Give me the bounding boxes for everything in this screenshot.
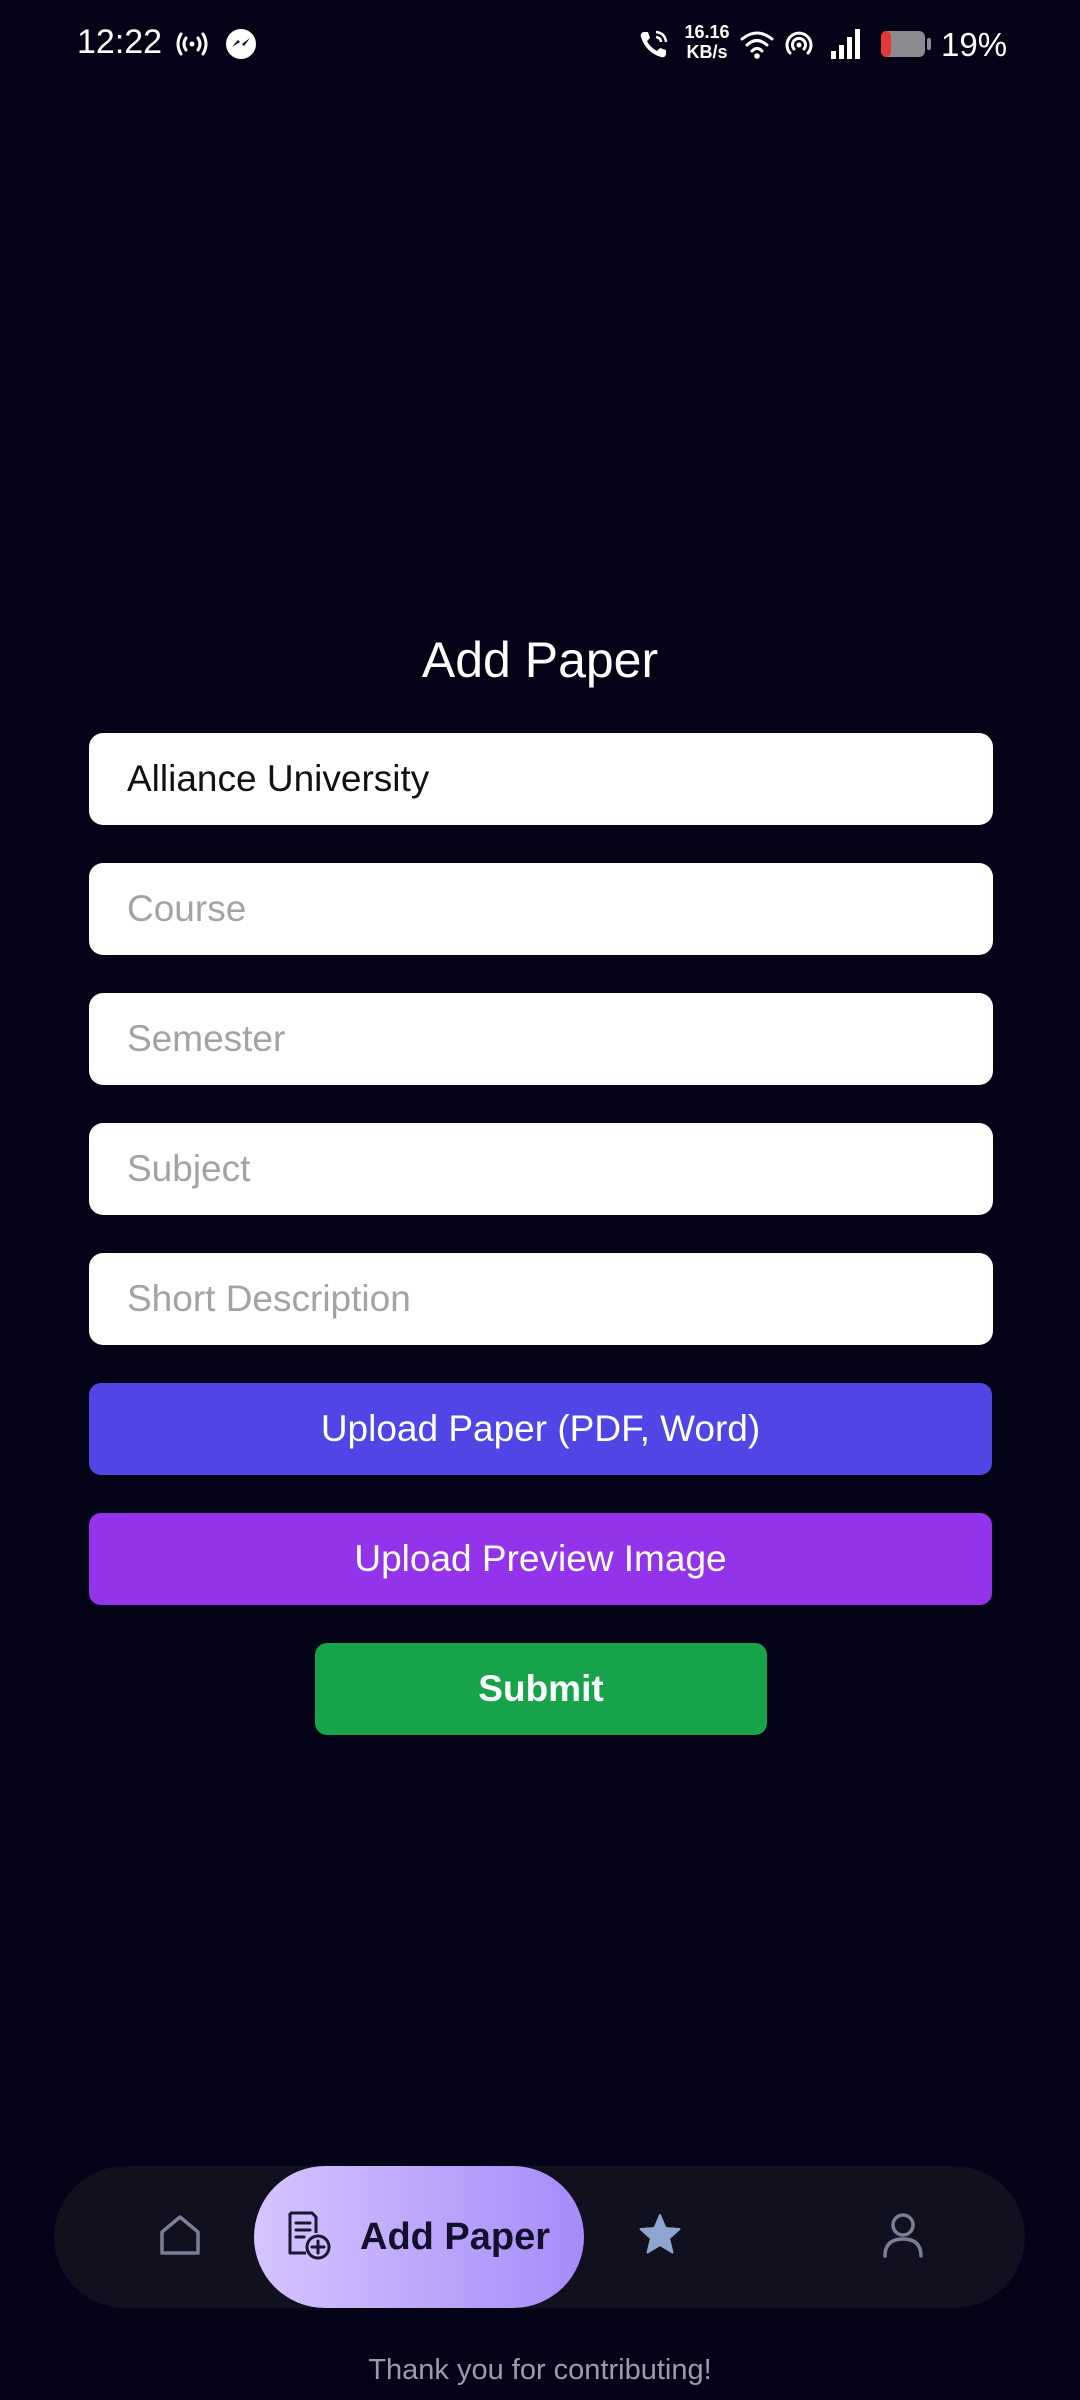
nav-item-profile[interactable] xyxy=(853,2166,953,2308)
subject-field[interactable] xyxy=(127,1148,955,1190)
home-icon xyxy=(155,2210,205,2265)
wifi-calling-icon xyxy=(634,22,674,66)
messenger-icon xyxy=(222,22,260,66)
course-field-container xyxy=(89,863,993,955)
bottom-navigation: Add Paper xyxy=(54,2166,1025,2308)
wifi-icon xyxy=(738,22,776,66)
submit-button[interactable]: Submit xyxy=(315,1643,767,1735)
upload-preview-image-button[interactable]: Upload Preview Image xyxy=(89,1513,992,1605)
add-document-icon xyxy=(282,2209,334,2266)
nfc-icon xyxy=(172,22,212,66)
battery-percentage: 19% xyxy=(941,26,1008,63)
nav-item-add-paper[interactable]: Add Paper xyxy=(254,2166,584,2308)
course-field[interactable] xyxy=(127,888,955,930)
nav-item-home[interactable] xyxy=(130,2166,230,2308)
status-bar: 12:22 16.16 KB/s 19% xyxy=(0,0,1080,88)
upload-preview-image-label: Upload Preview Image xyxy=(354,1538,727,1579)
status-time: 12:22 xyxy=(77,23,163,61)
page-title: Add Paper xyxy=(421,632,659,688)
university-field[interactable] xyxy=(127,758,955,800)
description-field-container xyxy=(89,1253,993,1345)
hotspot-icon xyxy=(780,22,818,66)
nav-add-paper-label: Add Paper xyxy=(360,2215,551,2258)
battery-icon xyxy=(878,22,934,66)
signal-icon xyxy=(826,22,866,66)
network-speed-unit: KB/s xyxy=(686,42,728,62)
submit-label: Submit xyxy=(478,1668,604,1709)
subject-field-container xyxy=(89,1123,993,1215)
semester-field[interactable] xyxy=(127,1018,955,1060)
profile-icon xyxy=(879,2210,927,2265)
network-speed: 16.16 KB/s xyxy=(676,22,738,62)
network-speed-value: 16.16 xyxy=(684,22,730,42)
footer-text: Thank you for contributing! xyxy=(368,2354,712,2386)
semester-field-container xyxy=(89,993,993,1085)
nav-item-favorites[interactable] xyxy=(610,2166,710,2308)
upload-paper-button[interactable]: Upload Paper (PDF, Word) xyxy=(89,1383,992,1475)
short-description-field[interactable] xyxy=(127,1278,955,1320)
university-field-container xyxy=(89,733,993,825)
upload-paper-label: Upload Paper (PDF, Word) xyxy=(320,1408,761,1449)
star-icon xyxy=(636,2211,684,2264)
